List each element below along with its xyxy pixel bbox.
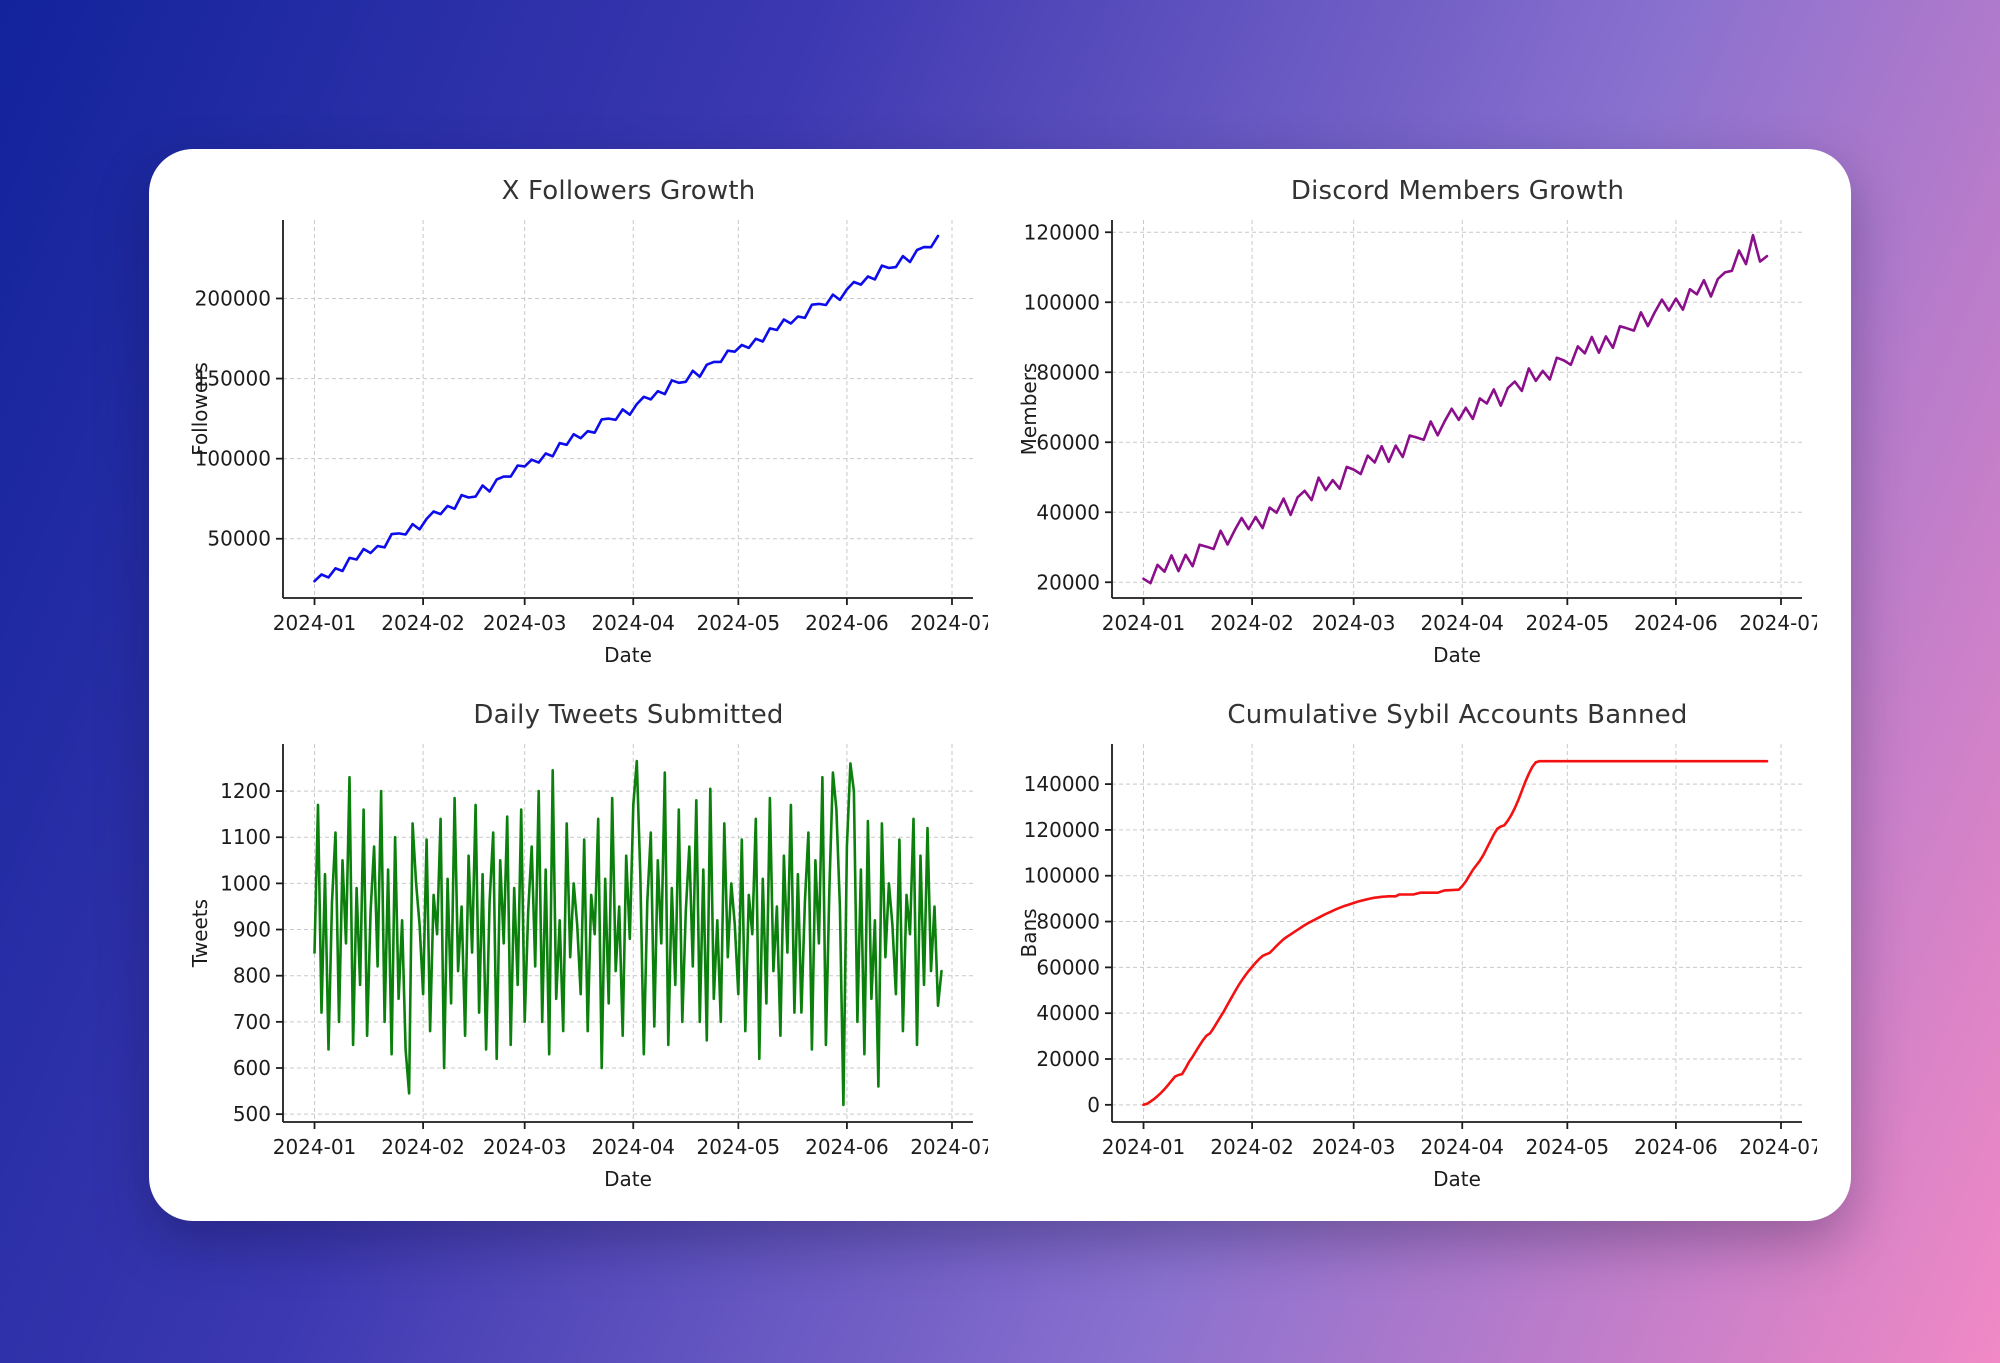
chart-panel-daily-tweets: Daily Tweets Submitted 2024-012024-02202…	[175, 689, 996, 1209]
x-tick-label: 2024-06	[1634, 611, 1718, 635]
x-tick-label: 2024-07	[1739, 1135, 1817, 1159]
x-axis-label: Date	[604, 643, 652, 667]
x-tick-label: 2024-01	[273, 611, 357, 635]
x-tick-label: 2024-02	[1210, 1135, 1294, 1159]
y-tick-label: 600	[233, 1056, 271, 1080]
x-tick-label: 2024-04	[591, 611, 675, 635]
x-tick-label: 2024-07	[910, 1135, 988, 1159]
y-tick-label: 100000	[1024, 864, 1100, 888]
y-tick-label: 1200	[220, 779, 271, 803]
chart-canvas-x-followers: 2024-01 2024-02 2024-03 2024-04 2024-05 2024-…	[183, 206, 988, 676]
gridlines	[1112, 744, 1802, 1122]
x-tick-label: 2024-04	[1420, 1135, 1504, 1159]
chart-x-followers: 2024-01 2024-02 2024-03 2024-04 2024-05 2024-…	[183, 206, 988, 676]
data-line-daily-tweets	[315, 761, 942, 1105]
data-line-x-followers	[315, 236, 939, 581]
x-tick-label: 2024-07	[1739, 611, 1817, 635]
dashboard-card: X Followers Growth 2024-01 2024-02 2024-03…	[149, 149, 1851, 1221]
x-tick-label: 2024-02	[1210, 611, 1294, 635]
chart-title-daily-tweets: Daily Tweets Submitted	[473, 700, 783, 730]
y-axis-label: Tweets	[188, 899, 212, 968]
x-tick-label: 2024-05	[697, 611, 781, 635]
y-tick-label: 1000	[220, 871, 271, 895]
y-tick-label: 120000	[1024, 220, 1100, 244]
y-tick-label: 500	[233, 1102, 271, 1126]
y-tick-label: 80000	[1036, 910, 1100, 934]
chart-title-discord-members: Discord Members Growth	[1291, 176, 1624, 206]
x-tick-label: 2024-03	[1312, 1135, 1396, 1159]
chart-sybil-bans: 2024-01 2024-02 2024-03 2024-04 2024-05 2024-…	[1012, 730, 1817, 1200]
y-tick-label: 40000	[1036, 500, 1100, 524]
x-tick-label: 2024-01	[1102, 1135, 1186, 1159]
x-axis-label: Date	[1433, 1167, 1481, 1191]
x-tick-label: 2024-03	[483, 611, 567, 635]
x-tick-label: 2024-07	[910, 611, 988, 635]
chart-panel-sybil-bans: Cumulative Sybil Accounts Banned 2024-01…	[1004, 689, 1825, 1209]
x-tick-label: 2024-06	[805, 611, 889, 635]
y-tick-label: 20000	[1036, 570, 1100, 594]
x-tick-label: 2024-01	[273, 1135, 357, 1159]
y-tick-label: 50000	[207, 527, 271, 551]
x-tick-label: 2024-05	[1526, 1135, 1610, 1159]
tick-labels: 2024-01 2024-02 2024-03 2024-04 2024-05 2024-…	[1024, 220, 1817, 635]
chart-discord-members: 2024-01 2024-02 2024-03 2024-04 2024-05 2024-…	[1012, 206, 1817, 676]
y-tick-label: 800	[233, 964, 271, 988]
x-tick-label: 2024-01	[1102, 611, 1186, 635]
x-tick-label: 2024-02	[381, 1135, 465, 1159]
y-tick-label: 40000	[1036, 1001, 1100, 1025]
chart-panel-discord-members: Discord Members Growth 2024-012024-02202…	[1004, 165, 1825, 685]
data-line-sybil-bans	[1144, 761, 1768, 1105]
y-tick-label: 60000	[1036, 955, 1100, 979]
y-tick-label: 20000	[1036, 1047, 1100, 1071]
chart-panel-x-followers: X Followers Growth 2024-01 2024-02 2024-03…	[175, 165, 996, 685]
y-tick-label: 200000	[195, 286, 271, 310]
x-tick-label: 2024-06	[1634, 1135, 1718, 1159]
y-tick-label: 60000	[1036, 430, 1100, 454]
y-tick-label: 900	[233, 918, 271, 942]
x-tick-label: 2024-02	[381, 611, 465, 635]
x-tick-label: 2024-04	[591, 1135, 675, 1159]
tick-labels: 2024-01 2024-02 2024-03 2024-04 2024-05 2024-…	[195, 286, 988, 635]
y-tick-label: 700	[233, 1010, 271, 1034]
y-axis-label: Members	[1017, 363, 1041, 456]
x-axis-label: Date	[604, 1167, 652, 1191]
chart-title-sybil-bans: Cumulative Sybil Accounts Banned	[1227, 700, 1687, 730]
y-axis-label: Bans	[1017, 908, 1041, 957]
chart-daily-tweets: 2024-01 2024-02 2024-03 2024-04 2024-05 2024-…	[183, 730, 988, 1200]
x-tick-label: 2024-05	[697, 1135, 781, 1159]
y-tick-label: 80000	[1036, 360, 1100, 384]
x-tick-label: 2024-03	[483, 1135, 567, 1159]
chart-canvas-daily-tweets: 2024-01 2024-02 2024-03 2024-04 2024-05 2024-…	[183, 730, 988, 1200]
x-tick-label: 2024-05	[1526, 611, 1610, 635]
x-tick-label: 2024-04	[1420, 611, 1504, 635]
chart-canvas-discord-members: 2024-01 2024-02 2024-03 2024-04 2024-05 2024-…	[1012, 206, 1817, 676]
y-tick-label: 100000	[1024, 290, 1100, 314]
x-tick-label: 2024-06	[805, 1135, 889, 1159]
chart-title-x-followers: X Followers Growth	[502, 176, 756, 206]
y-tick-label: 1100	[220, 825, 271, 849]
y-tick-label: 120000	[1024, 818, 1100, 842]
y-axis-label: Followers	[188, 362, 212, 456]
y-tick-label: 140000	[1024, 772, 1100, 796]
chart-canvas-sybil-bans: 2024-01 2024-02 2024-03 2024-04 2024-05 2024-…	[1012, 730, 1817, 1200]
x-tick-label: 2024-03	[1312, 611, 1396, 635]
axis-spines	[1105, 744, 1802, 1129]
y-tick-label: 0	[1087, 1093, 1100, 1117]
x-axis-label: Date	[1433, 643, 1481, 667]
data-line-discord-members	[1144, 235, 1768, 583]
